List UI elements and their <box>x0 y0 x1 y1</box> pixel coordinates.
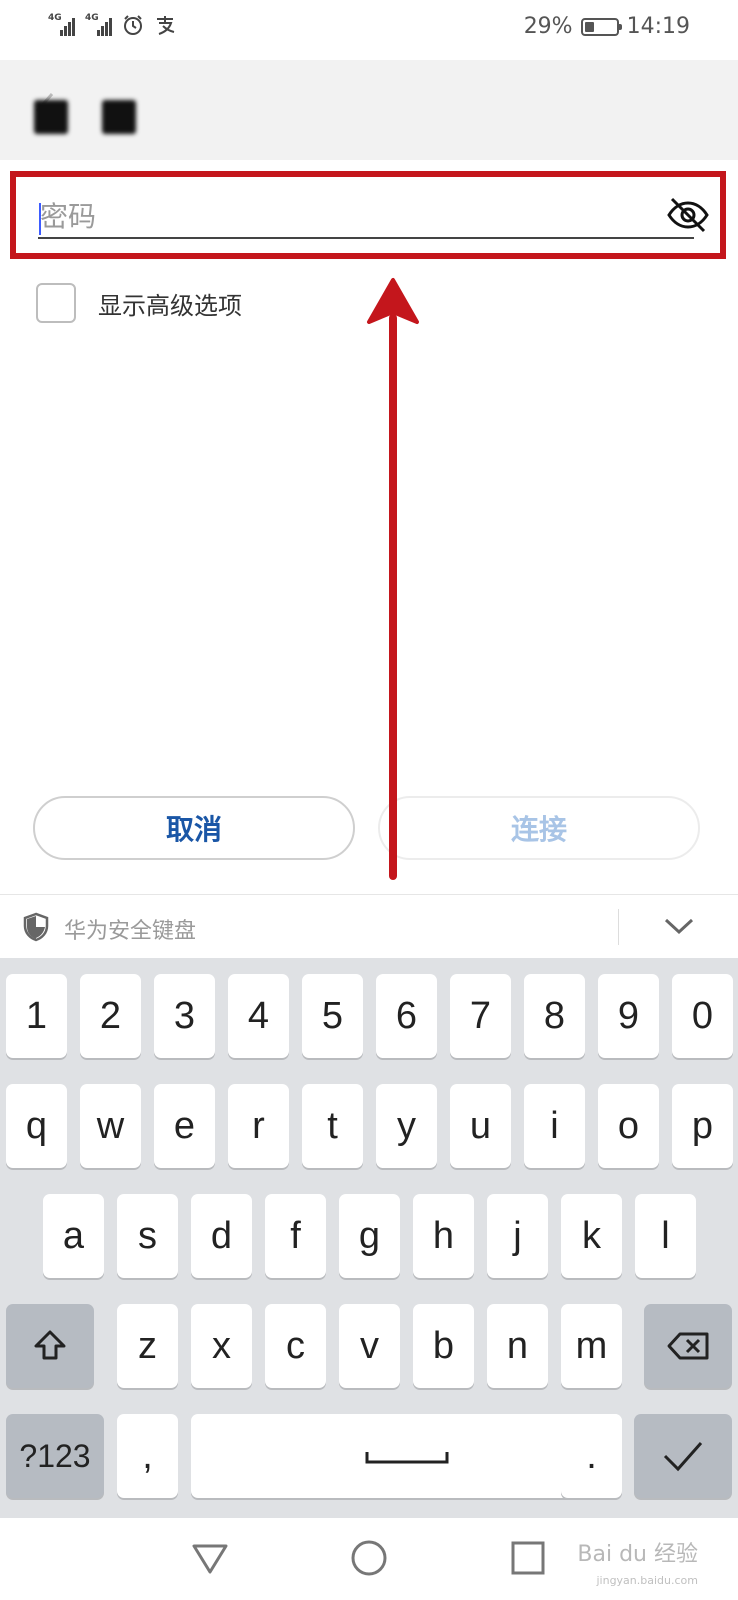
key-x[interactable]: x <box>191 1304 252 1388</box>
key-s[interactable]: s <box>117 1194 178 1278</box>
cancel-button[interactable]: 取消 <box>33 796 355 860</box>
clock: 14:19 <box>626 14 690 39</box>
backspace-key[interactable] <box>644 1304 732 1388</box>
key-z[interactable]: z <box>117 1304 178 1388</box>
password-input[interactable] <box>38 195 694 239</box>
baidu-watermark-url: jingyan.baidu.com <box>596 1574 698 1587</box>
advanced-options-checkbox[interactable] <box>36 283 76 323</box>
back-triangle-icon[interactable] <box>190 1538 230 1578</box>
keyboard-title: 华为安全键盘 <box>64 919 197 944</box>
key-n[interactable]: n <box>487 1304 548 1388</box>
key-e[interactable]: e <box>154 1084 215 1168</box>
keyboard-header: 华为安全键盘 <box>0 894 738 958</box>
key-k[interactable]: k <box>561 1194 622 1278</box>
key-l[interactable]: l <box>635 1194 696 1278</box>
network-type-label: 4G <box>48 13 62 23</box>
key-r[interactable]: r <box>228 1084 289 1168</box>
space-bar-icon <box>365 1452 448 1464</box>
done-key[interactable] <box>634 1414 732 1498</box>
key-7[interactable]: 7 <box>450 974 511 1058</box>
home-circle-icon[interactable] <box>349 1538 389 1578</box>
key-9[interactable]: 9 <box>598 974 659 1058</box>
key-a[interactable]: a <box>43 1194 104 1278</box>
key-j[interactable]: j <box>487 1194 548 1278</box>
battery-icon <box>580 17 622 36</box>
period-key[interactable]: . <box>561 1414 622 1498</box>
text-caret <box>39 203 41 235</box>
key-v[interactable]: v <box>339 1304 400 1388</box>
key-f[interactable]: f <box>265 1194 326 1278</box>
alipay-icon <box>154 14 176 36</box>
blurred-network-name <box>102 100 136 134</box>
key-y[interactable]: y <box>376 1084 437 1168</box>
status-bar: 4G 4G 29% 14:19 <box>0 0 738 60</box>
key-w[interactable]: w <box>80 1084 141 1168</box>
recents-square-icon[interactable] <box>508 1538 548 1578</box>
advanced-options-label: 显示高级选项 <box>98 291 242 320</box>
key-o[interactable]: o <box>598 1084 659 1168</box>
status-right: 29% 14:19 <box>524 14 690 39</box>
key-c[interactable]: c <box>265 1304 326 1388</box>
checkmark-icon <box>663 1442 703 1472</box>
key-p[interactable]: p <box>672 1084 733 1168</box>
signal-icon-sim2: 4G <box>85 14 112 36</box>
backspace-icon <box>667 1332 709 1360</box>
shift-icon <box>34 1330 66 1360</box>
key-8[interactable]: 8 <box>524 974 585 1058</box>
keyboard-divider <box>618 909 619 945</box>
network-type-label: 4G <box>85 13 99 23</box>
eye-off-icon[interactable] <box>666 195 710 235</box>
status-left: 4G 4G <box>48 14 176 36</box>
key-0[interactable]: 0 <box>672 974 733 1058</box>
comma-key[interactable]: , <box>117 1414 178 1498</box>
secure-keyboard: 1 2 3 4 5 6 7 8 9 0 q w e r t y u i o p … <box>0 958 738 1518</box>
battery-percent: 29% <box>523 14 573 39</box>
key-i[interactable]: i <box>524 1084 585 1168</box>
key-u[interactable]: u <box>450 1084 511 1168</box>
signal-icon-sim1: 4G <box>48 14 75 36</box>
advanced-options-row[interactable]: 显示高级选项 <box>36 283 242 323</box>
key-6[interactable]: 6 <box>376 974 437 1058</box>
key-b[interactable]: b <box>413 1304 474 1388</box>
key-5[interactable]: 5 <box>302 974 363 1058</box>
key-4[interactable]: 4 <box>228 974 289 1058</box>
key-1[interactable]: 1 <box>6 974 67 1058</box>
chevron-down-icon[interactable] <box>662 913 696 939</box>
symbols-key[interactable]: ?123 <box>6 1414 104 1498</box>
baidu-watermark: Bai du 经验 <box>577 1542 698 1567</box>
key-d[interactable]: d <box>191 1194 252 1278</box>
key-g[interactable]: g <box>339 1194 400 1278</box>
blurred-back-button[interactable] <box>34 100 68 134</box>
key-t[interactable]: t <box>302 1084 363 1168</box>
system-navigation-bar: Bai du 经验 jingyan.baidu.com <box>0 1518 738 1600</box>
key-h[interactable]: h <box>413 1194 474 1278</box>
shift-key[interactable] <box>6 1304 94 1388</box>
alarm-icon <box>122 14 144 36</box>
connect-button[interactable]: 连接 <box>378 796 700 860</box>
key-m[interactable]: m <box>561 1304 622 1388</box>
shield-icon <box>23 912 49 942</box>
space-key[interactable] <box>191 1414 622 1498</box>
key-q[interactable]: q <box>6 1084 67 1168</box>
password-field-highlight <box>10 171 726 259</box>
key-2[interactable]: 2 <box>80 974 141 1058</box>
key-3[interactable]: 3 <box>154 974 215 1058</box>
